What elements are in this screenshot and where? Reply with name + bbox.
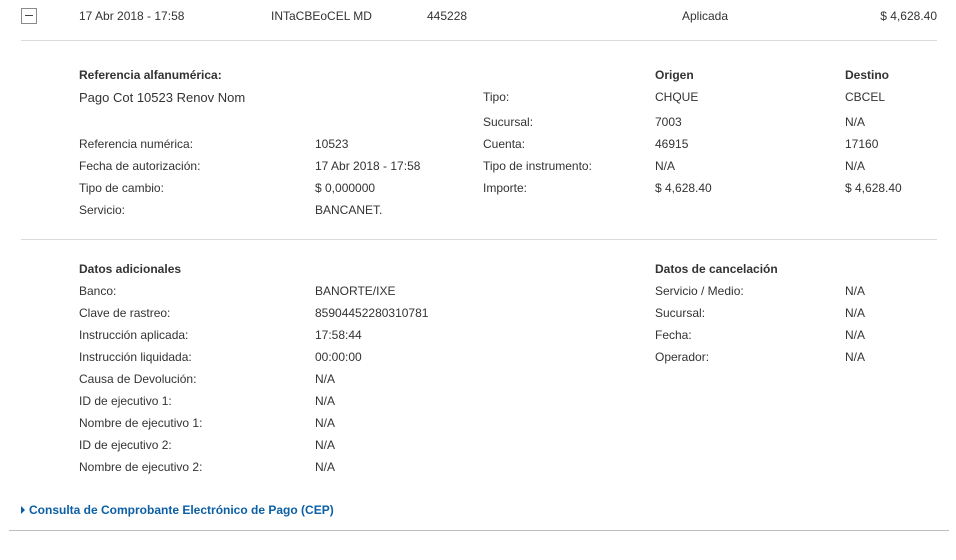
cancel-sucursal-label: Sucursal: xyxy=(655,306,706,320)
instrumento-destination: N/A xyxy=(845,159,866,173)
cancel-fecha-label: Fecha: xyxy=(655,328,692,342)
devolucion-value: N/A xyxy=(315,372,336,386)
cancel-sucursal-value: N/A xyxy=(845,306,866,320)
clave-value: 85904452280310781 xyxy=(315,306,429,320)
nombre-ejecutivo-2-value: N/A xyxy=(315,460,336,474)
id-ejecutivo-1-value: N/A xyxy=(315,394,336,408)
cuenta-destination: 17160 xyxy=(845,137,879,151)
additional-title: Datos adicionales xyxy=(79,262,182,276)
cancel-title: Datos de cancelación xyxy=(655,262,778,276)
exchange-label: Tipo de cambio: xyxy=(79,181,164,195)
row-description: INTaCBEoCEL MD xyxy=(271,9,372,23)
cep-link[interactable]: Consulta de Comprobante Electrónico de P… xyxy=(29,503,334,517)
cancel-operador-value: N/A xyxy=(845,350,866,364)
nombre-ejecutivo-2-label: Nombre de ejecutivo 2: xyxy=(79,460,203,474)
origin-header: Origen xyxy=(655,68,694,82)
sucursal-label: Sucursal: xyxy=(483,115,534,129)
row-reference: 445228 xyxy=(427,9,468,23)
sucursal-destination: N/A xyxy=(845,115,866,129)
alpha-ref-label: Referencia alfanumérica: xyxy=(79,68,222,82)
id-ejecutivo-2-value: N/A xyxy=(315,438,336,452)
service-label: Servicio: xyxy=(79,203,126,217)
tipo-label: Tipo: xyxy=(483,90,510,104)
divider xyxy=(21,40,937,41)
banco-label: Banco: xyxy=(79,284,117,298)
importe-destination: $ 4,628.40 xyxy=(845,181,902,195)
aplicada-value: 17:58:44 xyxy=(315,328,362,342)
alpha-ref-value: Pago Cot 10523 Renov Nom xyxy=(79,90,246,105)
row-amount: $ 4,628.40 xyxy=(880,9,937,23)
service-value: BANCANET. xyxy=(315,203,383,217)
row-status: Aplicada xyxy=(682,9,729,23)
row-date: 17 Abr 2018 - 17:58 xyxy=(79,9,185,23)
instrumento-label: Tipo de instrumento: xyxy=(483,159,592,173)
tipo-origin: CHQUE xyxy=(655,90,699,104)
cancel-servicio-value: N/A xyxy=(845,284,866,298)
divider xyxy=(21,239,937,240)
num-ref-label: Referencia numérica: xyxy=(79,137,194,151)
cancel-servicio-label: Servicio / Medio: xyxy=(655,284,744,298)
instrumento-origin: N/A xyxy=(655,159,676,173)
liquidada-label: Instrucción liquidada: xyxy=(79,350,192,364)
destination-header: Destino xyxy=(845,68,890,82)
sucursal-origin: 7003 xyxy=(655,115,682,129)
clave-label: Clave de rastreo: xyxy=(79,306,171,320)
importe-label: Importe: xyxy=(483,181,528,195)
collapse-button[interactable] xyxy=(21,8,37,24)
cuenta-label: Cuenta: xyxy=(483,137,526,151)
devolucion-label: Causa de Devolución: xyxy=(79,372,197,386)
caret-right-icon xyxy=(21,506,25,514)
liquidada-value: 00:00:00 xyxy=(315,350,362,364)
nombre-ejecutivo-1-label: Nombre de ejecutivo 1: xyxy=(79,416,203,430)
cuenta-origin: 46915 xyxy=(655,137,689,151)
nombre-ejecutivo-1-value: N/A xyxy=(315,416,336,430)
auth-date-label: Fecha de autorización: xyxy=(79,159,201,173)
cancel-operador-label: Operador: xyxy=(655,350,710,364)
num-ref-value: 10523 xyxy=(315,137,349,151)
banco-value: BANORTE/IXE xyxy=(315,284,396,298)
exchange-value: $ 0,000000 xyxy=(315,181,376,195)
auth-date-value: 17 Abr 2018 - 17:58 xyxy=(315,159,421,173)
importe-origin: $ 4,628.40 xyxy=(655,181,712,195)
id-ejecutivo-1-label: ID de ejecutivo 1: xyxy=(79,394,172,408)
aplicada-label: Instrucción aplicada: xyxy=(79,328,189,342)
cancel-fecha-value: N/A xyxy=(845,328,866,342)
id-ejecutivo-2-label: ID de ejecutivo 2: xyxy=(79,438,172,452)
bottom-divider xyxy=(9,530,949,531)
tipo-destination: CBCEL xyxy=(845,90,886,104)
